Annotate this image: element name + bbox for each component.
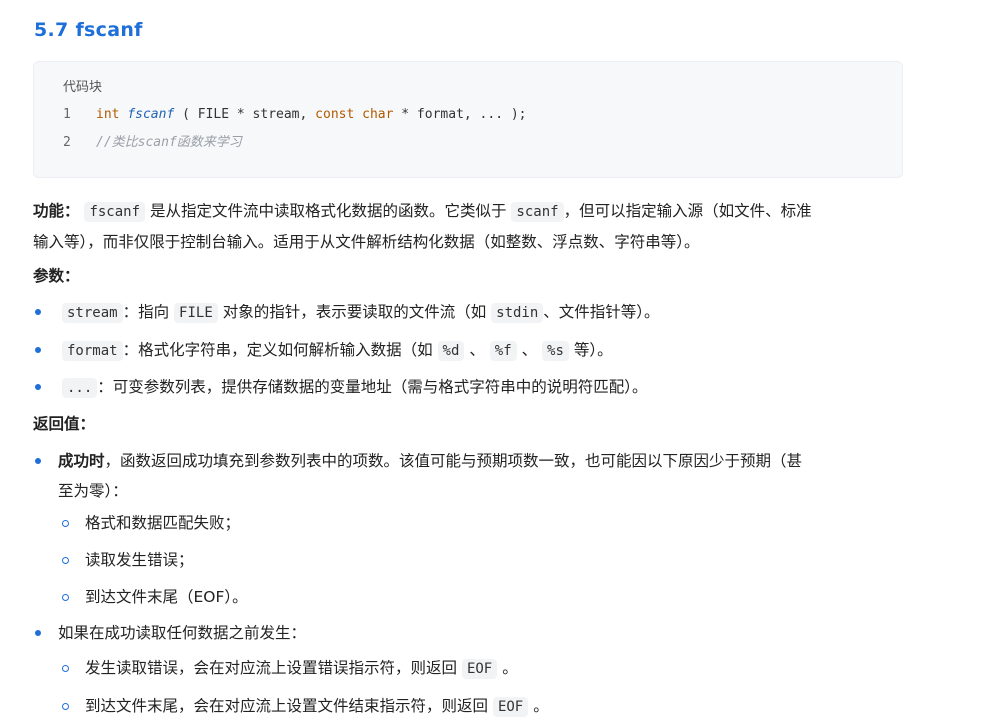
bullet-ring xyxy=(62,703,69,710)
code-keyword: const xyxy=(315,107,355,122)
code-keyword: char xyxy=(362,107,394,122)
bullet-dot xyxy=(35,309,41,315)
function-label: 功能： xyxy=(33,202,80,220)
bullet-dot xyxy=(35,458,41,464)
inline-code: EOF xyxy=(492,697,529,717)
return-sub-item: 读取发生错误； xyxy=(85,551,194,569)
code-function-name: fscanf xyxy=(127,107,175,122)
function-description: 功能： fscanf 是从指定文件流中读取格式化数据的函数。它类似于 scanf… xyxy=(33,202,812,251)
return-sub-item: 格式和数据匹配失败； xyxy=(85,514,241,532)
inline-code: %s xyxy=(542,341,569,361)
bullet-dot xyxy=(35,630,41,636)
return-sub-item: 发生读取错误，会在对应流上设置错误指示符，则返回 EOF 。 xyxy=(85,659,518,679)
code-line-1: 1 int fscanf ( FILE * stream, const char … xyxy=(63,107,527,122)
inline-code: ... xyxy=(62,378,98,398)
return-sub-item: 到达文件末尾，会在对应流上设置文件结束指示符，则返回 EOF 。 xyxy=(85,697,549,717)
line-number: 2 xyxy=(63,135,71,150)
code-text: ( FILE * stream, xyxy=(174,107,316,122)
code-line-2: 2 //类比scanf函数来学习 xyxy=(63,131,242,150)
param-item-varargs: ... ：可变参数列表，提供存储数据的变量地址（需与格式字符串中的说明符匹配）。 xyxy=(62,372,648,403)
inline-code: stdin xyxy=(491,303,544,323)
bullet-ring xyxy=(62,520,69,527)
section-heading: 5.7 fscanf xyxy=(34,19,143,41)
code-text: * format, ... ); xyxy=(393,107,527,122)
param-item-stream: stream ：指向 FILE 对象的指针，表示要读取的文件流（如 stdin 、文… xyxy=(62,297,660,328)
inline-code: fscanf xyxy=(84,202,146,222)
inline-code: %f xyxy=(489,341,517,361)
code-block-title: 代码块 xyxy=(63,80,103,95)
inline-code: %d xyxy=(437,341,465,361)
inline-code: format xyxy=(62,341,123,361)
inline-code: FILE xyxy=(174,303,218,323)
return-before-item: 如果在成功读取任何数据之前发生： xyxy=(58,624,307,642)
code-keyword: int xyxy=(96,107,120,122)
code-comment: //类比scanf函数来学习 xyxy=(96,135,242,150)
inline-code: stream xyxy=(62,303,123,323)
inline-code: scanf xyxy=(511,202,564,222)
bullet-dot xyxy=(35,347,41,353)
params-heading: 参数： xyxy=(33,267,80,285)
return-sub-item: 到达文件末尾（EOF）。 xyxy=(85,588,248,606)
bullet-ring xyxy=(62,557,69,564)
inline-code: EOF xyxy=(461,659,498,679)
return-success-item: 成功时，函数返回成功填充到参数列表中的项数。该值可能与预期项数一致，也可能因以下… xyxy=(58,452,803,500)
return-heading: 返回值： xyxy=(33,415,96,433)
line-number: 1 xyxy=(63,107,71,122)
success-label: 成功时 xyxy=(58,452,105,470)
bullet-ring xyxy=(62,665,69,672)
code-block: 代码块 1 int fscanf ( FILE * stream, const c… xyxy=(33,61,903,178)
bullet-ring xyxy=(62,594,69,601)
param-item-format: format ：格式化字符串，定义如何解析输入数据（如 %d 、 %f 、 %s … xyxy=(62,335,613,366)
bullet-dot xyxy=(35,384,41,390)
